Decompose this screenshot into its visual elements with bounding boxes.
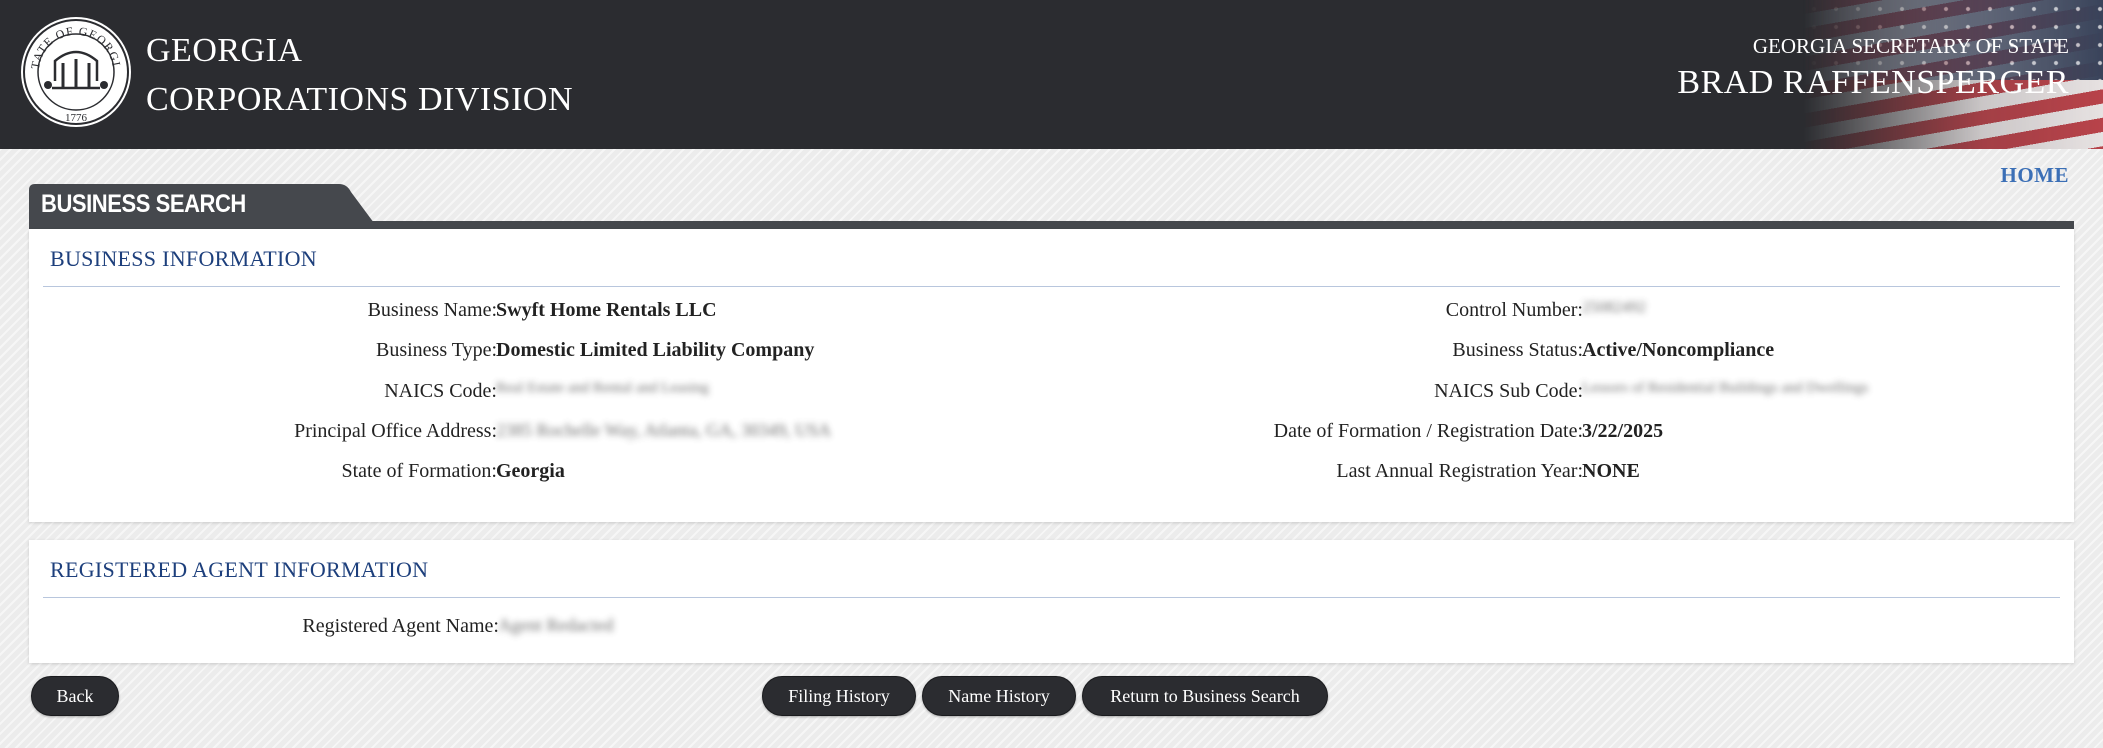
return-to-business-search-button[interactable]: Return to Business Search (1082, 676, 1328, 716)
naics-code-label: NAICS Code: (384, 380, 497, 402)
division-title: GEORGIA CORPORATIONS DIVISION (146, 26, 573, 124)
business-status-value: Active/Noncompliance (1582, 339, 1775, 361)
heading-divider (43, 286, 2060, 287)
business-status-label: Business Status: (1452, 339, 1583, 361)
business-name-value: Swyft Home Rentals LLC (496, 299, 717, 321)
state-of-formation-value: Georgia (496, 460, 565, 482)
name-history-button[interactable]: Name History (922, 676, 1076, 716)
last-annual-registration-label: Last Annual Registration Year: (1336, 460, 1583, 482)
business-name-label: Business Name: (367, 299, 497, 321)
official-block: GEORGIA SECRETARY OF STATE BRAD RAFFENSP… (1677, 33, 2069, 107)
registered-agent-name-label: Registered Agent Name: (302, 615, 499, 637)
business-information-panel: BUSINESS INFORMATION Business Name: Swyf… (29, 229, 2074, 522)
site-header: STATE OF GEORGIA 1776 GEORGIA CORPORATIO… (0, 0, 2103, 149)
svg-text:1776: 1776 (65, 112, 88, 124)
filing-history-button[interactable]: Filing History (762, 676, 916, 716)
principal-office-address-label: Principal Office Address: (294, 420, 497, 442)
naics-code-value: Real Estate and Rental and Leasing (496, 380, 709, 396)
registered-agent-name-value: Agent Redacted (498, 615, 614, 635)
home-link[interactable]: HOME (2001, 163, 2070, 188)
business-type-value: Domestic Limited Liability Company (496, 339, 815, 361)
formation-date-value: 3/22/2025 (1582, 420, 1664, 442)
business-information-heading: BUSINESS INFORMATION (50, 246, 317, 271)
georgia-seal-icon: STATE OF GEORGIA 1776 (14, 4, 133, 129)
org-line-1: GEORGIA (146, 32, 303, 69)
business-type-label: Business Type: (375, 339, 497, 361)
registered-agent-panel: REGISTERED AGENT INFORMATION Registered … (29, 540, 2074, 663)
official-name: BRAD RAFFENSPERGER (1677, 64, 2069, 101)
heading-divider (43, 597, 2060, 598)
naics-sub-code-label: NAICS Sub Code: (1434, 380, 1583, 402)
principal-office-address-value: 2385 Rochelle Way, Atlanta, GA, 30349, U… (496, 420, 832, 440)
office-title: GEORGIA SECRETARY OF STATE (1752, 34, 2069, 58)
formation-date-label: Date of Formation / Registration Date: (1273, 420, 1583, 442)
state-of-formation-label: State of Formation: (341, 460, 497, 482)
back-button[interactable]: Back (31, 676, 119, 716)
title-underline-bar (29, 221, 2074, 229)
control-number-label: Control Number: (1445, 299, 1583, 321)
last-annual-registration-value: NONE (1582, 460, 1640, 482)
naics-sub-code-value: Lessors of Residential Buildings and Dwe… (1582, 380, 1869, 396)
control-number-value: 25082492 (1582, 299, 1646, 316)
page-title: BUSINESS SEARCH (41, 190, 246, 218)
page-title-tab: BUSINESS SEARCH (29, 184, 374, 223)
registered-agent-heading: REGISTERED AGENT INFORMATION (50, 557, 429, 582)
org-line-2: CORPORATIONS DIVISION (146, 81, 574, 118)
